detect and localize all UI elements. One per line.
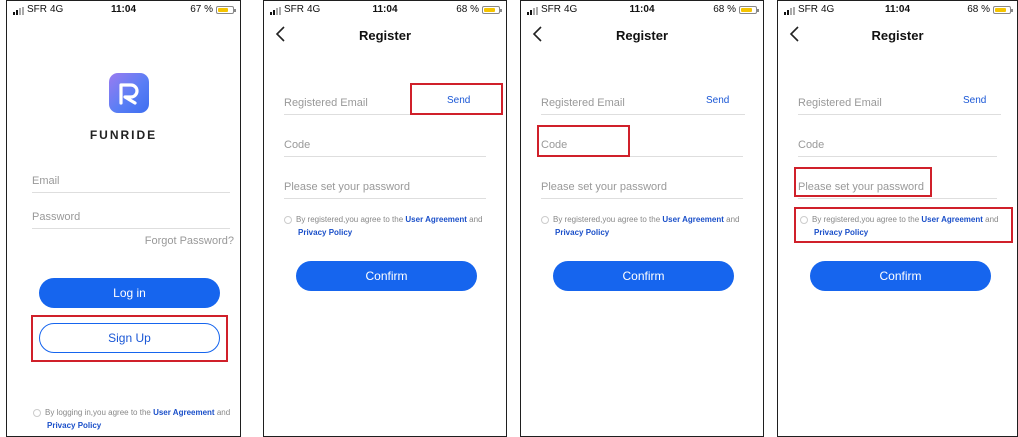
user-agreement-link[interactable]: User Agreement <box>662 215 724 224</box>
battery-icon <box>739 5 759 14</box>
code-field[interactable] <box>798 135 997 157</box>
send-code-button[interactable]: Send <box>706 95 729 106</box>
highlight-box <box>794 167 932 197</box>
confirm-button[interactable]: Confirm <box>553 261 734 291</box>
highlight-box <box>410 83 503 115</box>
status-bar: SFR 4G 11:04 68 % <box>778 1 1017 19</box>
status-bar: SFR 4G 11:04 68 % <box>264 1 506 19</box>
confirm-button[interactable]: Confirm <box>296 261 477 291</box>
agree-radio[interactable] <box>284 215 292 224</box>
register-screen-code: SFR 4G 11:04 68 % Register Send By regis… <box>520 0 764 437</box>
registered-email-input[interactable] <box>541 97 661 109</box>
agree-radio[interactable] <box>541 215 549 224</box>
privacy-policy-link[interactable]: Privacy Policy <box>555 228 609 237</box>
registered-email-input[interactable] <box>798 97 918 109</box>
email-field[interactable] <box>32 171 230 193</box>
register-screen-password: SFR 4G 11:04 68 % Register Send By regis… <box>777 0 1018 437</box>
login-screen: SFR 4G 11:04 67 % FUNRIDE Forgot Passwor… <box>6 0 241 437</box>
battery-icon <box>993 5 1013 14</box>
set-password-input[interactable] <box>284 181 486 193</box>
code-input[interactable] <box>284 139 486 151</box>
battery-percent: 67 % <box>190 4 213 15</box>
brand-name: FUNRIDE <box>89 128 158 142</box>
highlight-box <box>794 207 1013 243</box>
register-agreement: By registered,you agree to the User Agre… <box>541 213 740 239</box>
login-agreement: By logging in,you agree to the User Agre… <box>33 406 230 432</box>
status-bar: SFR 4G 11:04 68 % <box>521 1 763 19</box>
battery-percent: 68 % <box>713 4 736 15</box>
user-agreement-link[interactable]: User Agreement <box>405 215 467 224</box>
page-title: Register <box>358 28 412 43</box>
confirm-button[interactable]: Confirm <box>810 261 991 291</box>
email-input[interactable] <box>32 175 230 187</box>
highlight-box <box>537 125 630 157</box>
set-password-field[interactable] <box>541 177 743 199</box>
code-field[interactable] <box>284 135 486 157</box>
page-title: Register <box>871 28 924 43</box>
highlight-box <box>31 315 228 362</box>
code-input[interactable] <box>798 139 997 151</box>
set-password-field[interactable] <box>284 177 486 199</box>
send-code-button[interactable]: Send <box>963 95 986 106</box>
battery-percent: 68 % <box>456 4 479 15</box>
register-screen-send: SFR 4G 11:04 68 % Register Send By regis… <box>263 0 507 437</box>
privacy-policy-link[interactable]: Privacy Policy <box>47 421 101 430</box>
battery-icon <box>482 5 502 14</box>
register-agreement: By registered,you agree to the User Agre… <box>284 213 483 239</box>
password-field[interactable] <box>32 207 230 229</box>
battery-icon <box>216 5 236 14</box>
funride-logo-icon <box>109 73 149 113</box>
page-title: Register <box>615 28 669 43</box>
battery-percent: 68 % <box>967 4 990 15</box>
status-bar: SFR 4G 11:04 67 % <box>7 1 240 19</box>
registered-email-input[interactable] <box>284 97 404 109</box>
set-password-input[interactable] <box>541 181 743 193</box>
password-input[interactable] <box>32 211 230 223</box>
agree-radio[interactable] <box>33 408 41 417</box>
forgot-password-link[interactable]: Forgot Password? <box>145 235 234 247</box>
login-button[interactable]: Log in <box>39 278 220 308</box>
privacy-policy-link[interactable]: Privacy Policy <box>298 228 352 237</box>
user-agreement-link[interactable]: User Agreement <box>153 408 215 417</box>
